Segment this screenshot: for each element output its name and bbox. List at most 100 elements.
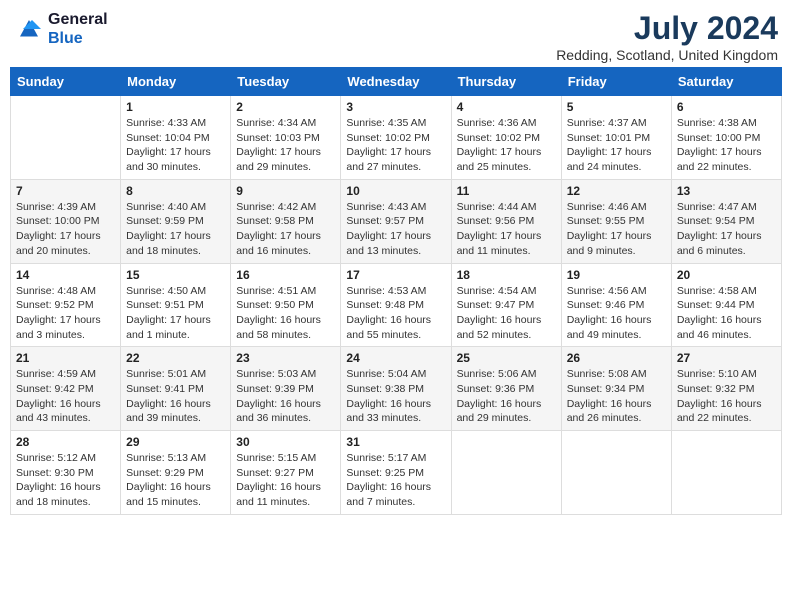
cell-info: Sunrise: 4:48 AMSunset: 9:52 PMDaylight:… [16, 284, 115, 343]
weekday-header-cell: Monday [121, 68, 231, 96]
calendar-cell: 7 Sunrise: 4:39 AMSunset: 10:00 PMDaylig… [11, 179, 121, 263]
calendar-cell: 8 Sunrise: 4:40 AMSunset: 9:59 PMDayligh… [121, 179, 231, 263]
cell-info: Sunrise: 4:37 AMSunset: 10:01 PMDaylight… [567, 116, 666, 175]
calendar-week-row: 28 Sunrise: 5:12 AMSunset: 9:30 PMDaylig… [11, 431, 782, 515]
calendar-week-row: 7 Sunrise: 4:39 AMSunset: 10:00 PMDaylig… [11, 179, 782, 263]
cell-day-number: 8 [126, 184, 225, 198]
calendar-cell [561, 431, 671, 515]
cell-info: Sunrise: 4:46 AMSunset: 9:55 PMDaylight:… [567, 200, 666, 259]
cell-info: Sunrise: 4:56 AMSunset: 9:46 PMDaylight:… [567, 284, 666, 343]
cell-day-number: 4 [457, 100, 556, 114]
cell-day-number: 20 [677, 268, 776, 282]
cell-day-number: 18 [457, 268, 556, 282]
calendar-cell: 12 Sunrise: 4:46 AMSunset: 9:55 PMDaylig… [561, 179, 671, 263]
logo-text: General Blue [48, 10, 108, 48]
month-title: July 2024 [556, 10, 778, 47]
calendar-cell: 30 Sunrise: 5:15 AMSunset: 9:27 PMDaylig… [231, 431, 341, 515]
calendar-cell: 1 Sunrise: 4:33 AMSunset: 10:04 PMDaylig… [121, 96, 231, 180]
cell-info: Sunrise: 4:50 AMSunset: 9:51 PMDaylight:… [126, 284, 225, 343]
calendar-cell: 24 Sunrise: 5:04 AMSunset: 9:38 PMDaylig… [341, 347, 451, 431]
location: Redding, Scotland, United Kingdom [556, 47, 778, 63]
cell-day-number: 3 [346, 100, 445, 114]
cell-info: Sunrise: 4:59 AMSunset: 9:42 PMDaylight:… [16, 367, 115, 426]
cell-info: Sunrise: 4:58 AMSunset: 9:44 PMDaylight:… [677, 284, 776, 343]
weekday-header-cell: Wednesday [341, 68, 451, 96]
calendar-cell: 26 Sunrise: 5:08 AMSunset: 9:34 PMDaylig… [561, 347, 671, 431]
weekday-header-cell: Tuesday [231, 68, 341, 96]
calendar-table: SundayMondayTuesdayWednesdayThursdayFrid… [10, 67, 782, 515]
cell-info: Sunrise: 5:08 AMSunset: 9:34 PMDaylight:… [567, 367, 666, 426]
calendar-cell: 18 Sunrise: 4:54 AMSunset: 9:47 PMDaylig… [451, 263, 561, 347]
logo-blue: Blue [48, 30, 83, 47]
cell-info: Sunrise: 5:13 AMSunset: 9:29 PMDaylight:… [126, 451, 225, 510]
cell-day-number: 16 [236, 268, 335, 282]
title-block: July 2024 Redding, Scotland, United King… [556, 10, 778, 63]
cell-info: Sunrise: 4:39 AMSunset: 10:00 PMDaylight… [16, 200, 115, 259]
cell-info: Sunrise: 5:03 AMSunset: 9:39 PMDaylight:… [236, 367, 335, 426]
calendar-cell: 31 Sunrise: 5:17 AMSunset: 9:25 PMDaylig… [341, 431, 451, 515]
cell-day-number: 13 [677, 184, 776, 198]
cell-info: Sunrise: 5:12 AMSunset: 9:30 PMDaylight:… [16, 451, 115, 510]
weekday-header-row: SundayMondayTuesdayWednesdayThursdayFrid… [11, 68, 782, 96]
logo: General Blue [14, 10, 108, 48]
cell-day-number: 9 [236, 184, 335, 198]
cell-info: Sunrise: 4:43 AMSunset: 9:57 PMDaylight:… [346, 200, 445, 259]
cell-day-number: 28 [16, 435, 115, 449]
cell-info: Sunrise: 4:35 AMSunset: 10:02 PMDaylight… [346, 116, 445, 175]
calendar-cell: 3 Sunrise: 4:35 AMSunset: 10:02 PMDaylig… [341, 96, 451, 180]
calendar-cell: 9 Sunrise: 4:42 AMSunset: 9:58 PMDayligh… [231, 179, 341, 263]
cell-day-number: 22 [126, 351, 225, 365]
cell-info: Sunrise: 5:17 AMSunset: 9:25 PMDaylight:… [346, 451, 445, 510]
calendar-cell: 15 Sunrise: 4:50 AMSunset: 9:51 PMDaylig… [121, 263, 231, 347]
calendar-cell: 22 Sunrise: 5:01 AMSunset: 9:41 PMDaylig… [121, 347, 231, 431]
cell-day-number: 25 [457, 351, 556, 365]
calendar-cell: 2 Sunrise: 4:34 AMSunset: 10:03 PMDaylig… [231, 96, 341, 180]
cell-info: Sunrise: 5:04 AMSunset: 9:38 PMDaylight:… [346, 367, 445, 426]
calendar-cell: 14 Sunrise: 4:48 AMSunset: 9:52 PMDaylig… [11, 263, 121, 347]
cell-day-number: 19 [567, 268, 666, 282]
weekday-header-cell: Saturday [671, 68, 781, 96]
calendar-cell: 5 Sunrise: 4:37 AMSunset: 10:01 PMDaylig… [561, 96, 671, 180]
cell-info: Sunrise: 4:40 AMSunset: 9:59 PMDaylight:… [126, 200, 225, 259]
calendar-cell: 17 Sunrise: 4:53 AMSunset: 9:48 PMDaylig… [341, 263, 451, 347]
cell-day-number: 31 [346, 435, 445, 449]
calendar-cell [451, 431, 561, 515]
cell-day-number: 10 [346, 184, 445, 198]
cell-info: Sunrise: 4:47 AMSunset: 9:54 PMDaylight:… [677, 200, 776, 259]
cell-day-number: 15 [126, 268, 225, 282]
cell-info: Sunrise: 4:38 AMSunset: 10:00 PMDaylight… [677, 116, 776, 175]
cell-info: Sunrise: 4:42 AMSunset: 9:58 PMDaylight:… [236, 200, 335, 259]
cell-day-number: 29 [126, 435, 225, 449]
cell-day-number: 1 [126, 100, 225, 114]
cell-day-number: 24 [346, 351, 445, 365]
page-header: General Blue July 2024 Redding, Scotland… [10, 10, 782, 63]
cell-day-number: 26 [567, 351, 666, 365]
cell-info: Sunrise: 4:51 AMSunset: 9:50 PMDaylight:… [236, 284, 335, 343]
cell-day-number: 6 [677, 100, 776, 114]
cell-day-number: 14 [16, 268, 115, 282]
weekday-header-cell: Thursday [451, 68, 561, 96]
cell-day-number: 30 [236, 435, 335, 449]
calendar-week-row: 21 Sunrise: 4:59 AMSunset: 9:42 PMDaylig… [11, 347, 782, 431]
cell-day-number: 2 [236, 100, 335, 114]
cell-info: Sunrise: 4:44 AMSunset: 9:56 PMDaylight:… [457, 200, 556, 259]
logo-general: General [48, 11, 108, 28]
cell-day-number: 17 [346, 268, 445, 282]
cell-day-number: 23 [236, 351, 335, 365]
calendar-cell: 21 Sunrise: 4:59 AMSunset: 9:42 PMDaylig… [11, 347, 121, 431]
weekday-header-cell: Friday [561, 68, 671, 96]
calendar-cell: 23 Sunrise: 5:03 AMSunset: 9:39 PMDaylig… [231, 347, 341, 431]
cell-info: Sunrise: 5:10 AMSunset: 9:32 PMDaylight:… [677, 367, 776, 426]
logo-icon [14, 14, 44, 44]
calendar-cell: 28 Sunrise: 5:12 AMSunset: 9:30 PMDaylig… [11, 431, 121, 515]
calendar-week-row: 1 Sunrise: 4:33 AMSunset: 10:04 PMDaylig… [11, 96, 782, 180]
cell-day-number: 11 [457, 184, 556, 198]
cell-info: Sunrise: 4:54 AMSunset: 9:47 PMDaylight:… [457, 284, 556, 343]
cell-info: Sunrise: 4:33 AMSunset: 10:04 PMDaylight… [126, 116, 225, 175]
cell-day-number: 27 [677, 351, 776, 365]
calendar-cell: 16 Sunrise: 4:51 AMSunset: 9:50 PMDaylig… [231, 263, 341, 347]
calendar-cell: 11 Sunrise: 4:44 AMSunset: 9:56 PMDaylig… [451, 179, 561, 263]
weekday-header-cell: Sunday [11, 68, 121, 96]
cell-day-number: 21 [16, 351, 115, 365]
calendar-cell: 29 Sunrise: 5:13 AMSunset: 9:29 PMDaylig… [121, 431, 231, 515]
